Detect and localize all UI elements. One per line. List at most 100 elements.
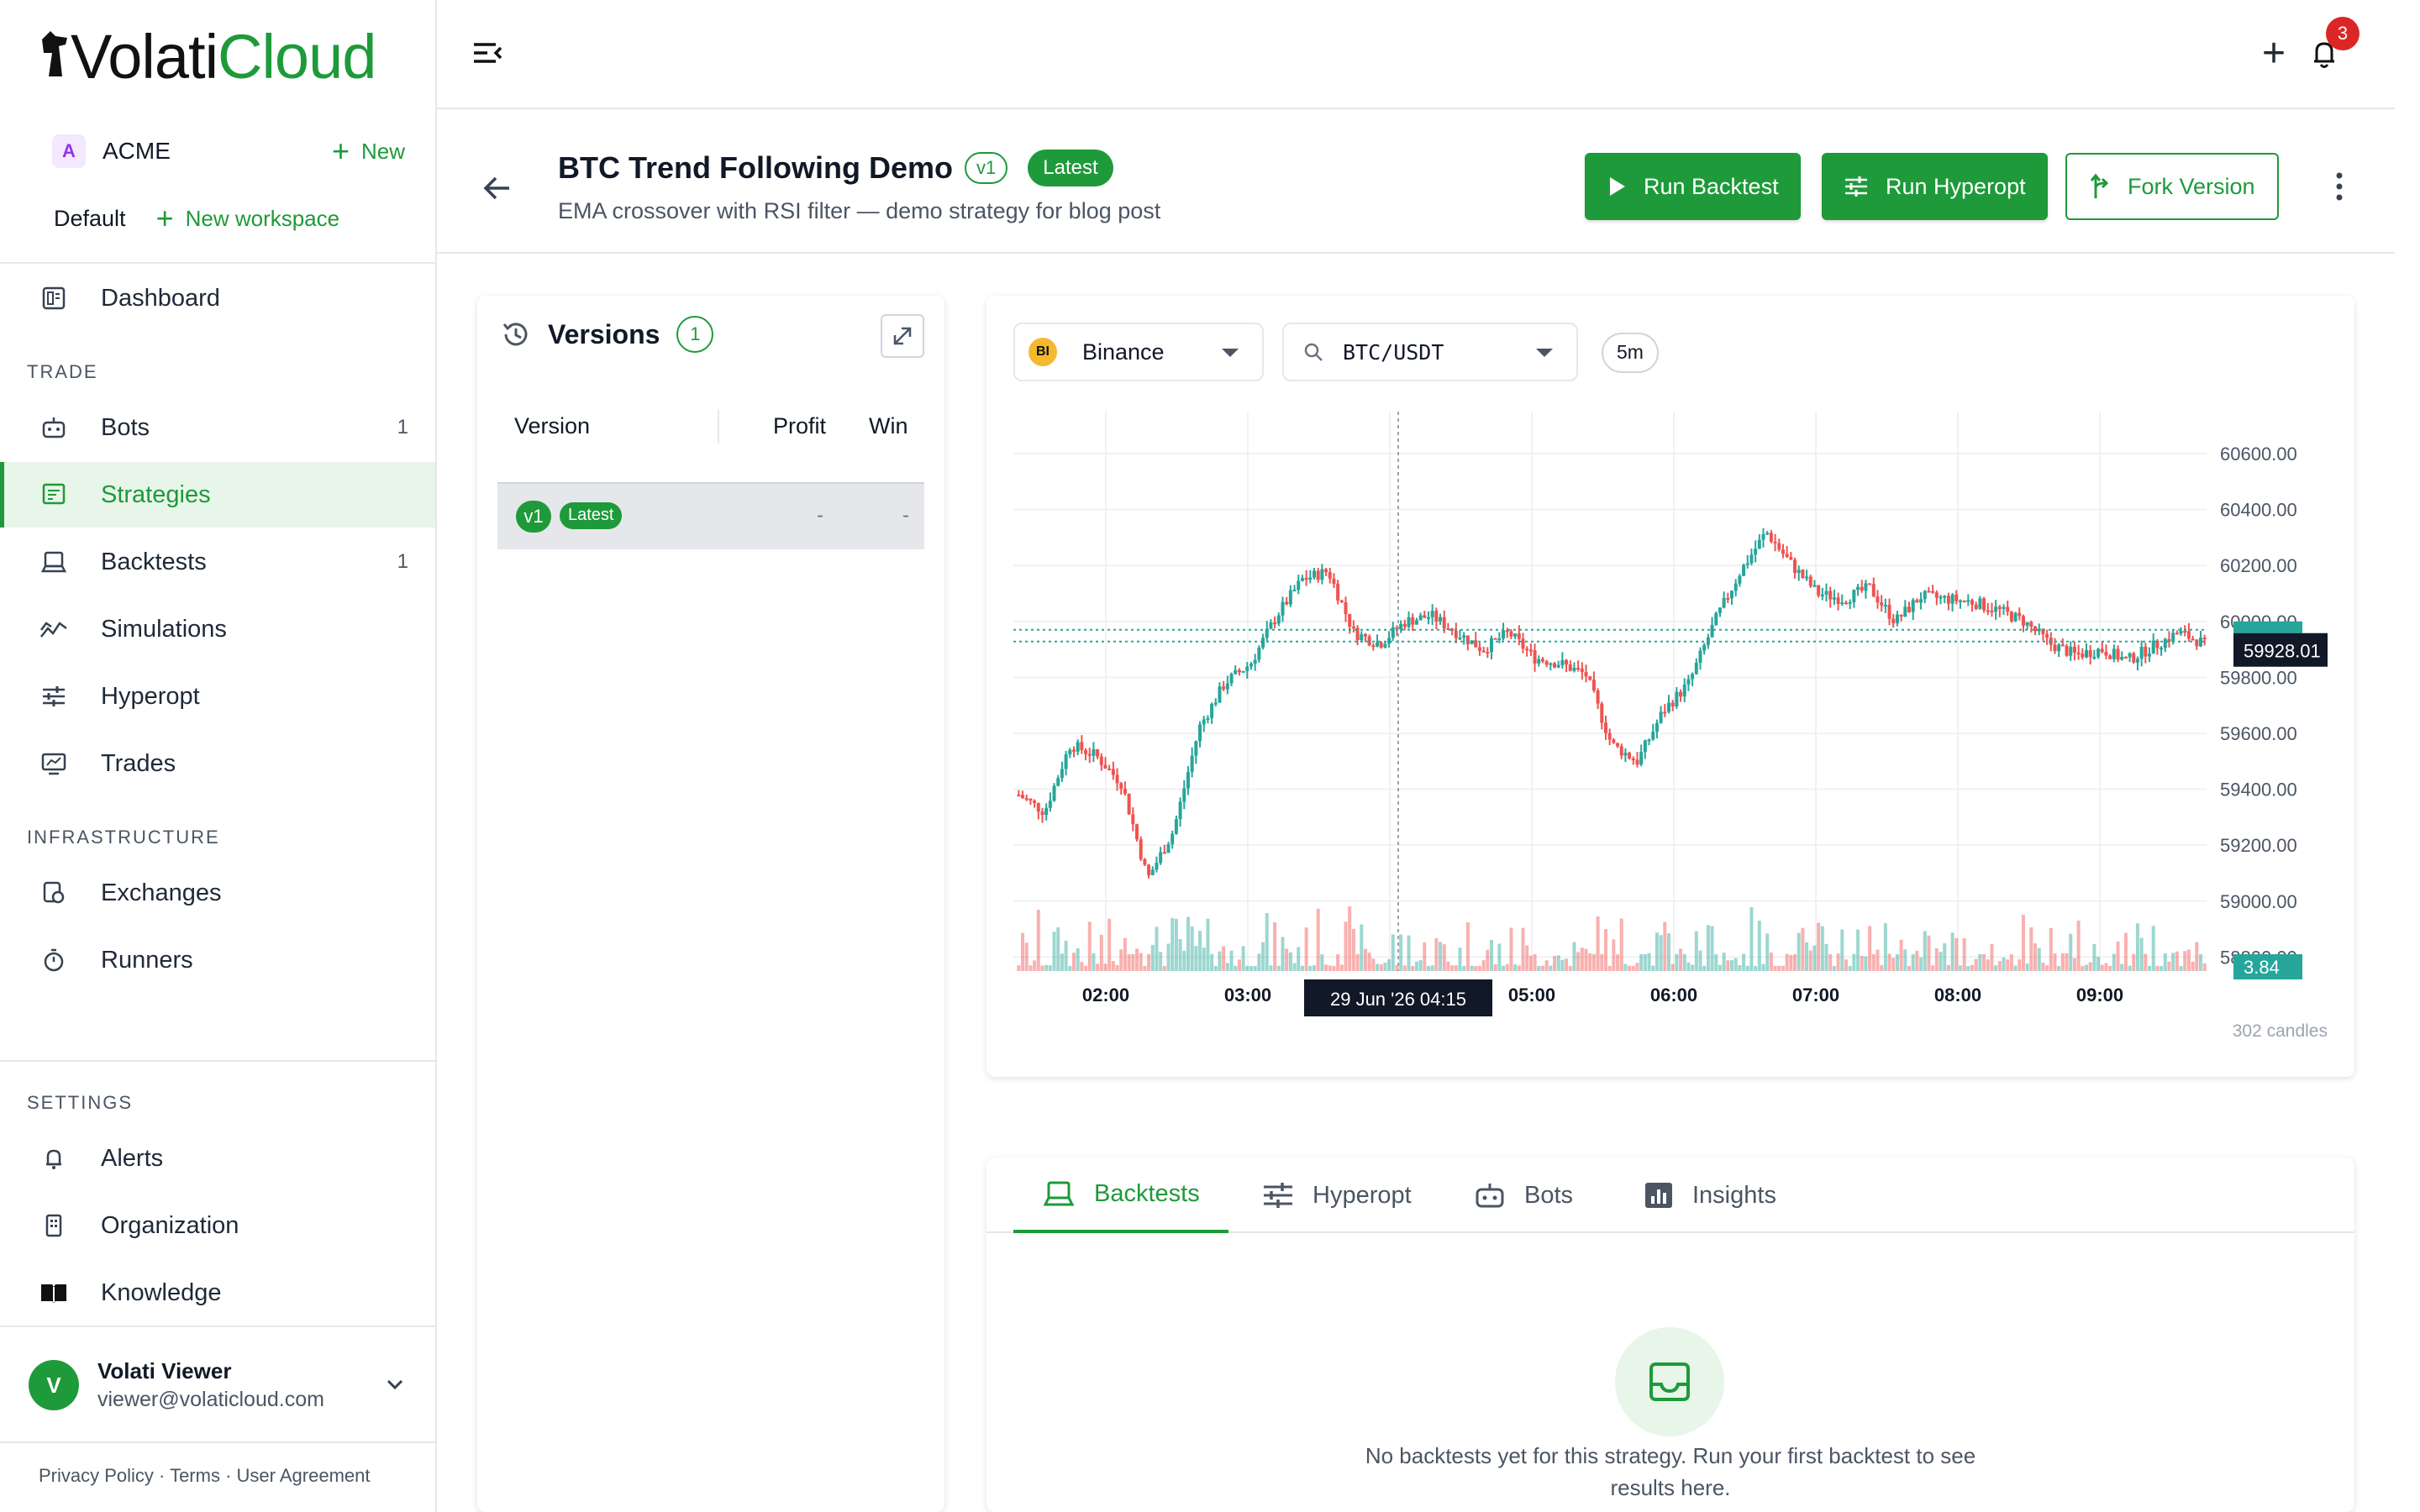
workspace-selector[interactable]: Default + New workspace — [54, 200, 407, 237]
nav-dashboard[interactable]: Dashboard — [0, 265, 435, 331]
volume-bar — [1202, 948, 1206, 971]
nav-backtests[interactable]: Backtests 1 — [0, 529, 435, 595]
latest-badge: Latest — [1028, 150, 1113, 186]
exchange-select[interactable]: BI Binance — [1013, 323, 1264, 381]
candle — [1407, 617, 1411, 627]
dashboard-icon — [39, 283, 69, 313]
nav-organization[interactable]: Organization — [0, 1193, 435, 1258]
volume-bar — [2072, 958, 2076, 971]
menu-collapse-icon[interactable] — [471, 37, 504, 71]
user-menu[interactable]: V Volati Viewer viewer@volaticloud.com — [29, 1356, 415, 1415]
candle — [1084, 750, 1088, 754]
expand-icon[interactable] — [881, 314, 924, 358]
volume-bar — [1024, 942, 1028, 971]
versions-count: 1 — [676, 316, 714, 353]
volume-bar — [1123, 937, 1127, 971]
nav-alerts[interactable]: Alerts — [0, 1126, 435, 1191]
candle — [1300, 578, 1304, 581]
nav-runners[interactable]: Runners — [0, 927, 435, 993]
candle — [1430, 611, 1434, 617]
add-icon[interactable]: + — [2262, 34, 2286, 74]
run-backtest-button[interactable]: Run Backtest — [1585, 153, 1801, 220]
new-org-button[interactable]: + New — [332, 136, 405, 166]
column-header[interactable]: Version — [514, 413, 590, 439]
table-row[interactable]: v1 Latest - - — [497, 482, 924, 549]
volume-bar — [2049, 927, 2053, 971]
volume-bar — [1486, 949, 1490, 971]
candle — [1891, 618, 1896, 624]
candle — [1812, 585, 1817, 587]
volume-bar — [1229, 950, 1234, 971]
candle — [1064, 754, 1068, 769]
candle — [1123, 788, 1127, 794]
candle — [1950, 594, 1954, 604]
candle — [2076, 652, 2081, 654]
pair-select[interactable]: BTC/USDT — [1282, 323, 1578, 381]
logo[interactable]: VolatiCloud — [37, 22, 376, 92]
candle — [1119, 783, 1123, 789]
volume-bar — [2175, 951, 2179, 971]
versions-table-header: Version Profit Win — [497, 402, 924, 452]
candle — [1442, 617, 1446, 629]
volume-bar — [1166, 943, 1171, 971]
fork-version-button[interactable]: Fork Version — [2065, 153, 2279, 220]
nav-bots[interactable]: Bots 1 — [0, 395, 435, 460]
candlestick-chart[interactable]: 60600.0060400.0060200.0060000.0059800.00… — [1013, 395, 2328, 1016]
candle — [1143, 858, 1147, 865]
candle — [1663, 711, 1667, 714]
volume-bar — [1844, 959, 1848, 971]
nav-hyperopt[interactable]: Hyperopt — [0, 664, 435, 729]
volume-bar — [1643, 953, 1647, 971]
nav-trades[interactable]: Trades — [0, 731, 435, 796]
volume-bar — [1036, 910, 1040, 971]
nav-exchanges[interactable]: Exchanges — [0, 860, 435, 926]
candle — [1261, 638, 1265, 648]
nav-simulations[interactable]: Simulations — [0, 596, 435, 662]
run-hyperopt-button[interactable]: Run Hyperopt — [1822, 153, 2048, 220]
column-header[interactable]: Win — [869, 413, 908, 439]
volume-bar — [1150, 944, 1155, 971]
volume-bar — [1159, 952, 1163, 971]
more-options-icon[interactable] — [2334, 171, 2344, 202]
timeframe-chip[interactable]: 5m — [1602, 333, 1659, 373]
chevron-down-icon[interactable] — [383, 1373, 407, 1396]
candle — [1127, 793, 1131, 815]
volume-bar — [1694, 931, 1698, 971]
volume-bar — [1387, 959, 1392, 971]
volume-bar — [1379, 963, 1383, 971]
user-name: Volati Viewer — [97, 1358, 232, 1383]
back-arrow-icon[interactable] — [481, 171, 514, 205]
org-selector[interactable]: A ACME + New — [52, 131, 405, 171]
candle — [2104, 652, 2108, 656]
volume-bar — [1402, 965, 1407, 971]
volume-bar — [1576, 952, 1581, 971]
candle — [1024, 798, 1028, 801]
new-workspace-button[interactable]: + New workspace — [156, 203, 340, 234]
candle — [1761, 533, 1765, 540]
volume-bar — [1836, 953, 1840, 971]
volume-bar — [1489, 939, 1493, 971]
candle — [1537, 659, 1541, 664]
tab-hyperopt[interactable]: Hyperopt — [1234, 1158, 1440, 1233]
candle — [1225, 683, 1229, 690]
tab-backtests[interactable]: Backtests — [1013, 1158, 1228, 1233]
nav-strategies[interactable]: Strategies — [0, 462, 435, 528]
candle — [1423, 615, 1427, 618]
volume-bar — [1600, 953, 1604, 971]
volume-bar — [1966, 965, 1970, 971]
volume-bar — [1820, 926, 1824, 971]
volume-bar — [1754, 965, 1758, 971]
nav-knowledge[interactable]: Knowledge — [0, 1260, 435, 1326]
volume-bar — [1210, 953, 1214, 971]
candle — [1994, 606, 1998, 612]
volume-bar — [1797, 932, 1801, 971]
footer-links[interactable]: Privacy Policy · Terms · User Agreement — [39, 1465, 370, 1487]
volume-bar — [1218, 951, 1222, 971]
candle — [1572, 667, 1576, 671]
tab-bots[interactable]: Bots — [1445, 1158, 1602, 1233]
column-header[interactable]: Profit — [773, 413, 826, 439]
candle — [2191, 638, 2195, 641]
volume-bar — [1411, 965, 1415, 971]
tab-insights[interactable]: Insights — [1615, 1158, 1805, 1233]
y-tick-label: 59400.00 — [2220, 780, 2297, 801]
